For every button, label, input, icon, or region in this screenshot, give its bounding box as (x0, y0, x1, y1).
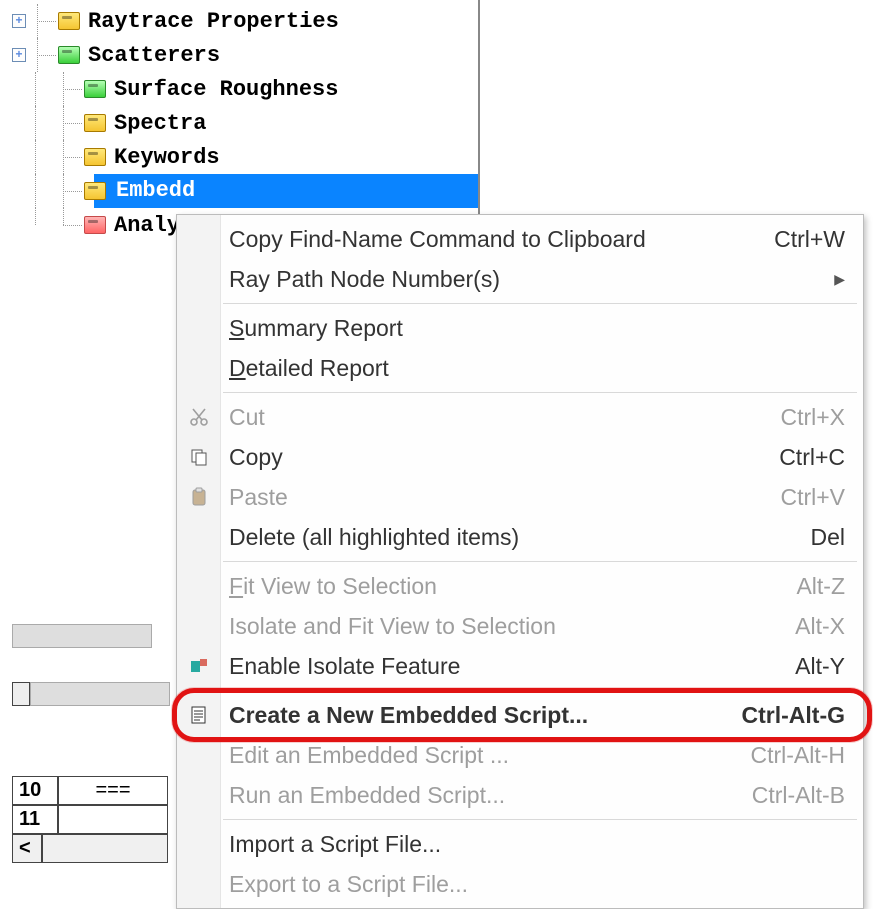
menu-import-script[interactable]: Import a Script File... (177, 824, 863, 864)
table-row[interactable]: 11 (12, 805, 182, 834)
menu-item-label: Copy Find-Name Command to Clipboard (229, 226, 646, 253)
menu-item-label: Delete (all highlighted items) (229, 524, 519, 551)
menu-summary-report[interactable]: Summary Report (177, 308, 863, 348)
menu-shortcut: Del (810, 524, 845, 551)
menu-separator (223, 690, 857, 691)
menu-shortcut: Ctrl-Alt-B (752, 782, 845, 809)
menu-separator (223, 303, 857, 304)
menu-shortcut: Alt-Z (796, 573, 845, 600)
menu-detailed-report[interactable]: Detailed Report (177, 348, 863, 388)
menu-item-label: Summary Report (229, 315, 403, 342)
menu-shortcut: Alt-Y (795, 653, 845, 680)
grid-gutter (12, 682, 30, 706)
menu-fit-view: Fit View to Selection Alt-Z (177, 566, 863, 606)
copy-icon (187, 445, 211, 469)
menu-item-label: Import a Script File... (229, 831, 441, 858)
menu-item-label: Enable Isolate Feature (229, 653, 460, 680)
scissors-icon (187, 405, 211, 429)
tree-item-label: Raytrace Properties (88, 9, 339, 34)
row-number: 11 (12, 805, 58, 834)
scrollbar-left[interactable]: < (12, 834, 182, 863)
menu-ray-path[interactable]: Ray Path Node Number(s) ▶ (177, 259, 863, 299)
menu-item-label: Cut (229, 404, 265, 431)
isolate-icon (187, 654, 211, 678)
menu-export-script: Export to a Script File... (177, 864, 863, 904)
menu-enable-isolate[interactable]: Enable Isolate Feature Alt-Y (177, 646, 863, 686)
menu-item-label: Run an Embedded Script... (229, 782, 505, 809)
row-value (58, 805, 168, 834)
menu-item-label: Ray Path Node Number(s) (229, 266, 500, 293)
menu-delete[interactable]: Delete (all highlighted items) Del (177, 517, 863, 557)
tree-item-label: Surface Roughness (114, 77, 338, 102)
folder-icon (84, 80, 106, 98)
menu-copy[interactable]: Copy Ctrl+C (177, 437, 863, 477)
tree-item-label: Embedd (114, 174, 201, 208)
script-icon (187, 703, 211, 727)
menu-separator (223, 819, 857, 820)
context-menu: Copy Find-Name Command to Clipboard Ctrl… (176, 214, 864, 909)
folder-icon (58, 46, 80, 64)
menu-run-embedded-script: Run an Embedded Script... Ctrl-Alt-B (177, 775, 863, 815)
menu-item-label: Copy (229, 444, 283, 471)
tree-item-label: Spectra (114, 111, 206, 136)
menu-item-label: Export to a Script File... (229, 871, 468, 898)
menu-item-label: Detailed Report (229, 355, 389, 382)
menu-paste: Paste Ctrl+V (177, 477, 863, 517)
tree-item-surface-roughness[interactable]: Surface Roughness (0, 72, 478, 106)
table-row[interactable]: 10 === (12, 776, 182, 805)
expand-icon[interactable]: + (12, 48, 26, 62)
menu-item-label: Paste (229, 484, 288, 511)
menu-edit-embedded-script: Edit an Embedded Script ... Ctrl-Alt-H (177, 735, 863, 775)
menu-item-label: Fit View to Selection (229, 573, 437, 600)
menu-create-embedded-script[interactable]: Create a New Embedded Script... Ctrl-Alt… (177, 695, 863, 735)
menu-shortcut: Ctrl+X (780, 404, 845, 431)
folder-icon (84, 216, 106, 234)
menu-shortcut: Ctrl-Alt-G (742, 702, 845, 729)
folder-icon (84, 182, 106, 200)
menu-item-label: Edit an Embedded Script ... (229, 742, 509, 769)
row-number: 10 (12, 776, 58, 805)
grid-header-bar (30, 682, 170, 706)
menu-shortcut: Ctrl-Alt-H (750, 742, 845, 769)
tree-item-raytrace[interactable]: + Raytrace Properties (0, 4, 478, 38)
folder-icon (84, 114, 106, 132)
submenu-arrow-icon: ▶ (834, 271, 845, 288)
menu-copy-find-name[interactable]: Copy Find-Name Command to Clipboard Ctrl… (177, 219, 863, 259)
grid-header-bar (12, 624, 152, 648)
menu-isolate-fit: Isolate and Fit View to Selection Alt-X (177, 606, 863, 646)
menu-separator (223, 392, 857, 393)
menu-cut: Cut Ctrl+X (177, 397, 863, 437)
paste-icon (187, 485, 211, 509)
menu-item-label: Create a New Embedded Script... (229, 702, 588, 729)
row-value: === (58, 776, 168, 805)
tree-item-spectra[interactable]: Spectra (0, 106, 478, 140)
expand-icon[interactable]: + (12, 14, 26, 28)
menu-shortcut: Alt-X (795, 613, 845, 640)
menu-shortcut: Ctrl+V (780, 484, 845, 511)
tree-item-embedded-scripts[interactable]: Embedd (0, 174, 478, 208)
tree-item-label: Keywords (114, 145, 220, 170)
menu-separator (223, 561, 857, 562)
tree-item-scatterers[interactable]: + Scatterers (0, 38, 478, 72)
folder-icon (84, 148, 106, 166)
menu-shortcut: Ctrl+W (774, 226, 845, 253)
folder-icon (58, 12, 80, 30)
grid-fragment: 10 === 11 < (12, 620, 182, 863)
menu-item-label: Isolate and Fit View to Selection (229, 613, 556, 640)
tree-item-label: Scatterers (88, 43, 220, 68)
menu-shortcut: Ctrl+C (779, 444, 845, 471)
scroll-left-arrow[interactable]: < (12, 834, 42, 863)
tree-item-keywords[interactable]: Keywords (0, 140, 478, 174)
